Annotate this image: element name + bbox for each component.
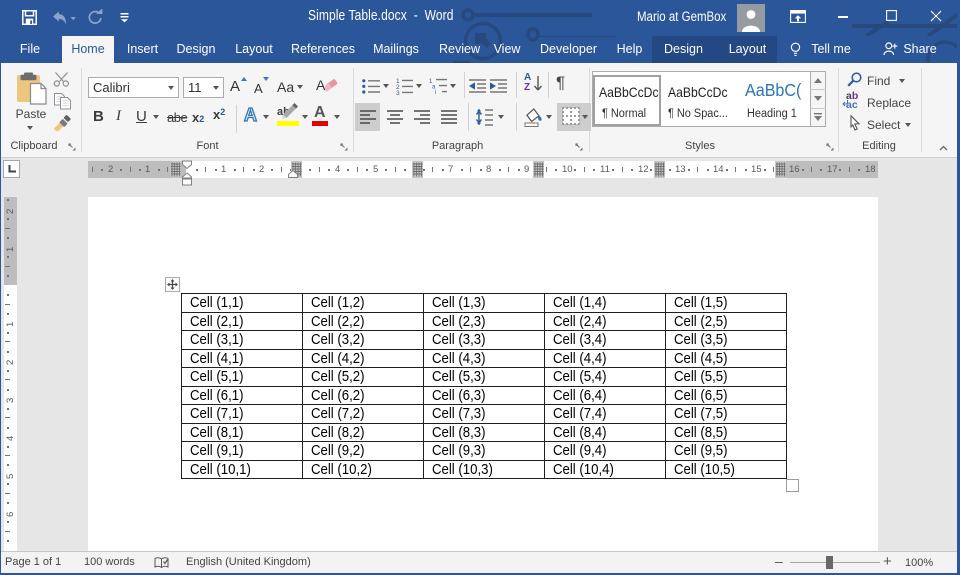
svg-text:3: 3 [396,90,400,95]
svg-text:i: i [435,90,436,94]
